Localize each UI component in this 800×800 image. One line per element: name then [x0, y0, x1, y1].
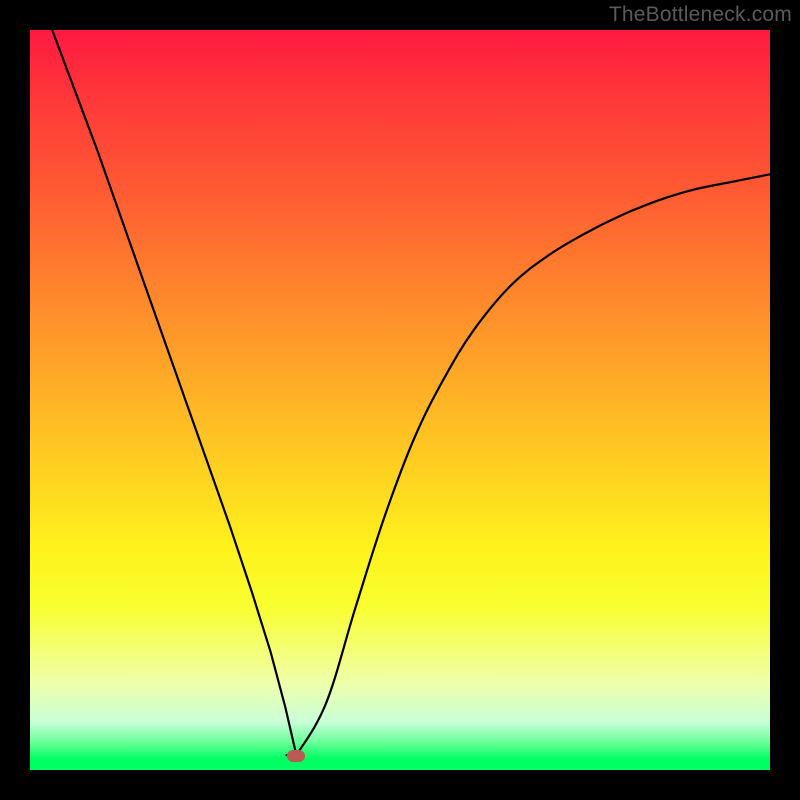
optimum-marker — [287, 750, 305, 762]
chart-frame: TheBottleneck.com — [0, 0, 800, 800]
curve-path — [52, 30, 770, 755]
bottleneck-curve — [30, 30, 770, 770]
plot-area — [30, 30, 770, 770]
watermark-text: TheBottleneck.com — [609, 3, 792, 27]
